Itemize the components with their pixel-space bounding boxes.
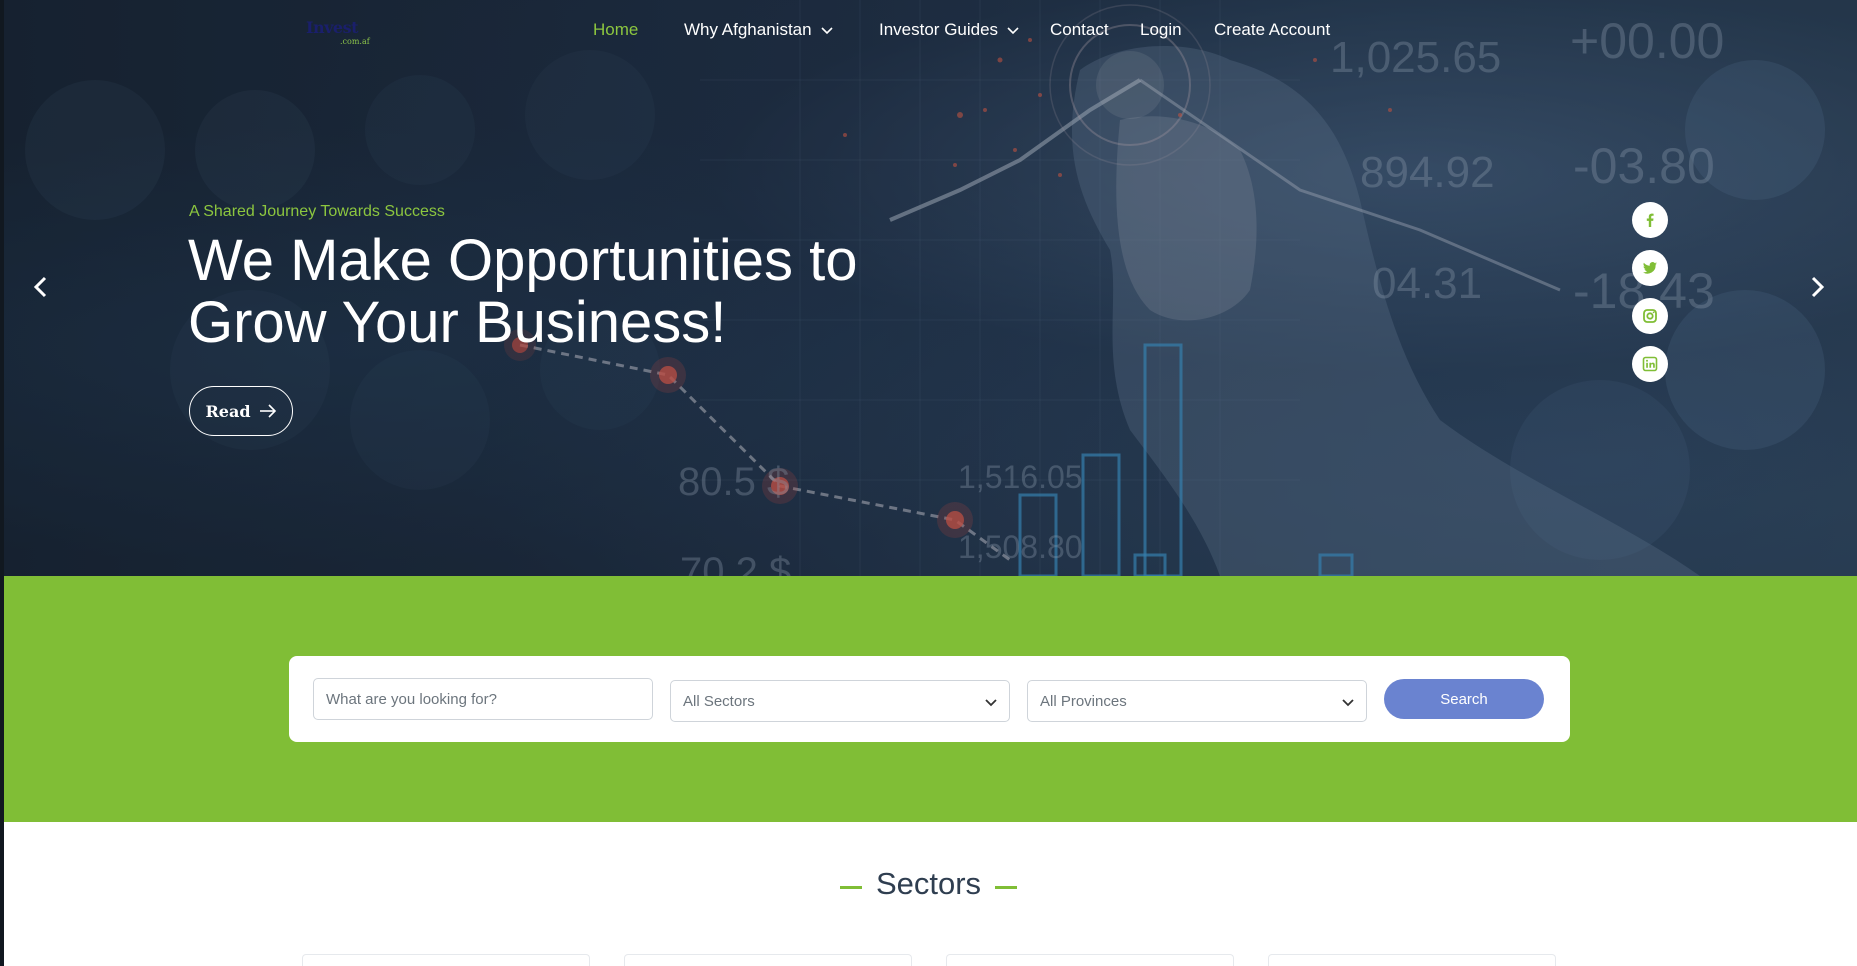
nav-item-investor-guides[interactable]: Investor Guides <box>879 20 1020 40</box>
sector-card[interactable] <box>946 954 1234 966</box>
site-logo[interactable]: Invest .com.af <box>306 18 376 48</box>
arrow-right-icon <box>259 404 276 418</box>
search-input-wrapper <box>313 678 653 720</box>
instagram-icon <box>1643 309 1657 323</box>
nav-label: Home <box>593 20 639 39</box>
province-select[interactable]: All Provinces <box>1027 680 1367 722</box>
chevron-down-icon <box>1007 27 1019 35</box>
chevron-right-icon <box>1811 276 1825 298</box>
main-navigation: Invest .com.af Home Why Afghanistan Inve… <box>0 0 1857 62</box>
nav-item-create-account[interactable]: Create Account <box>1214 20 1330 40</box>
sectors-title: Sectors <box>875 866 982 901</box>
chevron-left-icon <box>33 276 47 298</box>
nav-label: Investor Guides <box>879 20 999 39</box>
heading-dash-left <box>839 885 862 889</box>
read-button[interactable]: Read <box>189 386 293 436</box>
instagram-link[interactable] <box>1632 298 1668 334</box>
heading-dash-right <box>995 885 1018 889</box>
hero-tagline: A Shared Journey Towards Success <box>189 203 445 220</box>
nav-label: Why Afghanistan <box>684 20 812 39</box>
search-section: All Sectors All Provinces Search <box>0 576 1857 822</box>
sector-select-value: All Sectors <box>683 692 755 710</box>
chevron-down-icon <box>821 27 833 35</box>
chevron-down-icon <box>985 699 997 707</box>
twitter-link[interactable] <box>1632 250 1668 286</box>
nav-item-login[interactable]: Login <box>1140 20 1182 40</box>
hero-slider: 1,025.65 +00.00 894.92 -03.80 04.31 -18.… <box>0 0 1857 576</box>
search-form: All Sectors All Provinces Search <box>289 656 1570 742</box>
nav-label: Contact <box>1050 20 1109 39</box>
search-button[interactable]: Search <box>1384 679 1544 719</box>
sector-card[interactable] <box>1268 954 1556 966</box>
nav-item-why-afghanistan[interactable]: Why Afghanistan <box>684 20 834 40</box>
slider-prev-button[interactable] <box>26 272 56 302</box>
linkedin-icon <box>1642 356 1658 372</box>
facebook-icon <box>1646 213 1654 227</box>
read-button-label: Read <box>205 401 251 421</box>
nav-label: Login <box>1140 20 1182 39</box>
sector-select[interactable]: All Sectors <box>670 680 1010 722</box>
hero-headline: We Make Opportunities to Grow Your Busin… <box>188 230 1008 354</box>
hero-headline-line-1: We Make Opportunities to <box>188 228 858 293</box>
nav-item-contact[interactable]: Contact <box>1050 20 1109 40</box>
province-select-value: All Provinces <box>1040 692 1127 710</box>
linkedin-link[interactable] <box>1632 346 1668 382</box>
chevron-down-icon <box>1342 699 1354 707</box>
search-input[interactable] <box>326 690 640 708</box>
facebook-link[interactable] <box>1632 202 1668 238</box>
sectors-heading: Sectors <box>0 866 1857 902</box>
logo-text: Invest <box>306 18 359 37</box>
page: 1,025.65 +00.00 894.92 -03.80 04.31 -18.… <box>0 0 1857 966</box>
sector-card[interactable] <box>302 954 590 966</box>
sector-card[interactable] <box>624 954 912 966</box>
window-edge <box>0 0 4 966</box>
hero-headline-line-2: Grow Your Business! <box>188 290 727 355</box>
sectors-section: Sectors <box>0 822 1857 966</box>
nav-item-home[interactable]: Home <box>593 20 638 40</box>
twitter-icon <box>1643 262 1657 274</box>
logo-domain-text: .com.af <box>340 37 370 46</box>
slider-next-button[interactable] <box>1802 272 1832 302</box>
nav-label: Create Account <box>1214 20 1331 39</box>
